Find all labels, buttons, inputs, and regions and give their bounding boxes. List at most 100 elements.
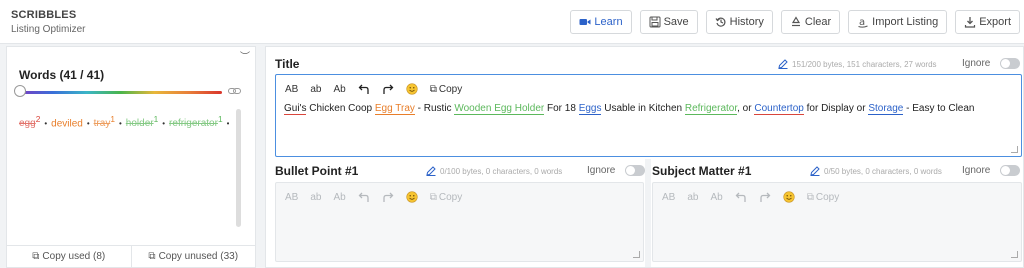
save-button[interactable]: Save <box>639 10 698 34</box>
bullet-ignore-label: Ignore <box>587 165 616 176</box>
smiley-icon <box>783 191 795 203</box>
redo-button[interactable] <box>759 191 771 203</box>
export-button[interactable]: Export <box>955 10 1020 34</box>
collapse-chevron-icon[interactable]: ︶ <box>240 48 250 63</box>
video-icon <box>579 19 591 25</box>
frequency-slider-track[interactable] <box>19 91 222 94</box>
subject-ignore-toggle[interactable] <box>1000 165 1021 176</box>
resize-handle[interactable] <box>633 251 640 258</box>
copy-label: Copy <box>438 191 463 203</box>
title-meta: 151/200 bytes, 151 characters, 27 words <box>778 59 937 69</box>
word-chip[interactable]: egg <box>19 118 36 129</box>
pencil-icon[interactable] <box>810 166 820 176</box>
keyword-highlight: Eggs <box>578 103 602 115</box>
word-chip[interactable]: refrigerator <box>169 118 218 129</box>
keyword-highlight: Refrigerator <box>684 103 738 115</box>
pencil-icon[interactable] <box>778 59 788 69</box>
frequency-slider-thumb[interactable] <box>14 85 26 97</box>
word-count: 1 <box>153 114 159 124</box>
emoji-button[interactable] <box>783 191 795 203</box>
link-icon[interactable] <box>228 86 241 96</box>
undo-icon <box>358 84 369 94</box>
undo-button[interactable] <box>358 191 370 203</box>
uppercase-button[interactable]: AB <box>285 84 298 95</box>
column-divider <box>645 159 651 267</box>
title-ignore-label: Ignore <box>962 58 991 69</box>
titlecase-button[interactable]: Ab <box>710 192 722 203</box>
undo-button[interactable] <box>735 191 747 203</box>
resize-handle[interactable] <box>1011 146 1018 153</box>
bullet-meta: 0/100 bytes, 0 characters, 0 words <box>426 166 562 176</box>
subject-meta-text: 0/50 bytes, 0 characters, 0 words <box>824 166 942 176</box>
copy-bar: ⧉ Copy used (8) ⧉ Copy unused (33) <box>7 245 255 267</box>
bullet-editor[interactable]: AB ab Ab ⧉ Copy <box>275 182 644 262</box>
clear-button[interactable]: Clear <box>780 10 841 34</box>
titlecase-button[interactable]: Ab <box>333 84 345 95</box>
word-count: 1 <box>217 114 223 124</box>
subject-editor-tools: AB ab Ab ⧉ Copy <box>662 191 863 203</box>
redo-button[interactable] <box>382 83 394 95</box>
copy-unused-button[interactable]: ⧉ Copy unused (33) <box>130 246 256 267</box>
resize-handle[interactable] <box>1011 251 1018 258</box>
copy-icon: ⧉ <box>429 83 437 95</box>
copy-used-button[interactable]: ⧉ Copy used (8) <box>7 246 131 267</box>
word-separator: • <box>227 119 229 128</box>
word-chip[interactable]: deviled <box>51 118 83 129</box>
copy-icon: ⧉ <box>429 191 437 203</box>
title-text-segment: For 18 <box>544 103 579 114</box>
title-editor[interactable]: AB ab Ab ⧉ Copy Gui's Chicken Coop Egg Tr… <box>275 74 1022 157</box>
editor-panel: Title 151/200 bytes, 151 characters, 27 … <box>265 46 1024 268</box>
toolbar: Learn Save History Clear a Import Listin… <box>570 10 1020 34</box>
bullet-ignore-toggle[interactable] <box>625 165 646 176</box>
title-text[interactable]: Gui's Chicken Coop Egg Tray - Rustic Woo… <box>284 103 975 115</box>
uppercase-button[interactable]: AB <box>285 192 298 203</box>
undo-icon <box>735 192 746 202</box>
lowercase-button[interactable]: ab <box>310 192 321 203</box>
redo-button[interactable] <box>382 191 394 203</box>
copy-unused-label: Copy unused (33) <box>158 251 239 262</box>
word-separator: • <box>118 119 122 129</box>
copy-icon: ⧉ <box>148 251 156 262</box>
save-icon <box>649 16 661 28</box>
lowercase-button[interactable]: ab <box>687 192 698 203</box>
subject-editor[interactable]: AB ab Ab ⧉ Copy <box>652 182 1022 262</box>
keyword-highlight: Storage <box>868 103 904 115</box>
word-separator: • <box>162 119 166 129</box>
learn-button[interactable]: Learn <box>570 10 632 34</box>
subject-meta: 0/50 bytes, 0 characters, 0 words <box>810 166 942 176</box>
amazon-icon: a <box>858 17 868 28</box>
app-title: SCRIBBLES <box>11 9 77 21</box>
app-header: SCRIBBLES Listing Optimizer Learn Save H… <box>0 0 1024 44</box>
keyword-highlight: Egg Tray <box>374 103 415 115</box>
undo-icon <box>358 192 369 202</box>
word-chip[interactable]: tray <box>94 118 111 129</box>
emoji-button[interactable] <box>406 83 418 95</box>
word-list-scrollbar[interactable] <box>236 109 241 227</box>
smiley-icon <box>406 83 418 95</box>
uppercase-button[interactable]: AB <box>662 192 675 203</box>
copy-button[interactable]: ⧉ Copy <box>430 192 475 203</box>
subject-field-label: Subject Matter #1 <box>652 164 752 178</box>
import-listing-button[interactable]: a Import Listing <box>848 10 948 34</box>
words-title: Words (41 / 41) <box>19 68 105 82</box>
undo-button[interactable] <box>358 83 370 95</box>
copy-button[interactable]: ⧉ Copy <box>807 192 852 203</box>
subject-ignore: Ignore <box>962 165 1021 176</box>
lowercase-button[interactable]: ab <box>310 84 321 95</box>
title-text-segment: for Display or <box>803 103 869 114</box>
word-chip[interactable]: holder <box>126 118 154 129</box>
history-button[interactable]: History <box>705 10 773 34</box>
title-editor-tools: AB ab Ab ⧉ Copy <box>285 83 486 95</box>
svg-text:a: a <box>859 17 865 28</box>
titlecase-button[interactable]: Ab <box>333 192 345 203</box>
pencil-icon[interactable] <box>426 166 436 176</box>
bullet-meta-text: 0/100 bytes, 0 characters, 0 words <box>440 166 563 176</box>
title-ignore-toggle[interactable] <box>1000 58 1021 69</box>
bullet-field-label: Bullet Point #1 <box>275 164 359 178</box>
copy-button[interactable]: ⧉ Copy <box>430 84 475 95</box>
word-count: 2 <box>35 114 41 124</box>
save-label: Save <box>663 16 689 28</box>
import-listing-label: Import Listing <box>872 16 939 28</box>
emoji-button[interactable] <box>406 191 418 203</box>
copy-used-label: Copy used (8) <box>42 251 106 262</box>
